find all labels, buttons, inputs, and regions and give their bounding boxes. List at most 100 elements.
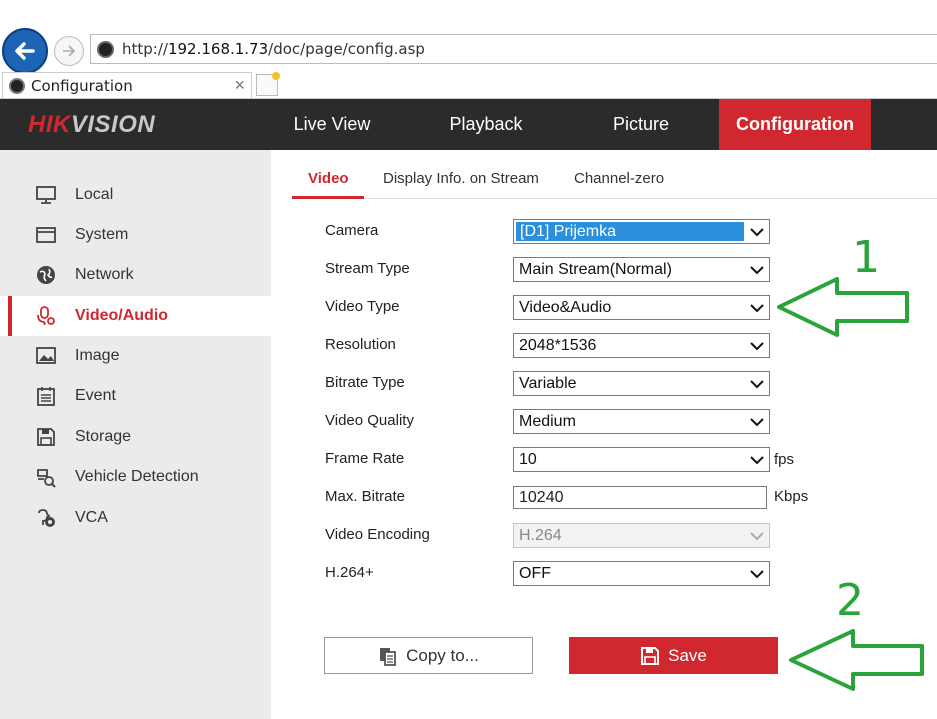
sidebar-item-label: Vehicle Detection: [75, 468, 199, 485]
monitor-icon: [35, 184, 57, 206]
video-quality-value: Medium: [519, 412, 576, 430]
max-bitrate-unit: Kbps: [774, 488, 809, 505]
resolution-value: 2048*1536: [519, 336, 597, 354]
resolution-select[interactable]: 2048*1536: [513, 333, 770, 358]
frame-rate-unit: fps: [774, 451, 795, 468]
globe-icon: [35, 264, 57, 286]
sidebar-item-label: VCA: [75, 509, 108, 526]
copy-icon: [378, 646, 398, 666]
tab-divider: [292, 198, 937, 199]
browser-toolbar: http://192.168.1.73/doc/page/config.asp: [0, 28, 937, 74]
tab-title: Configuration: [31, 76, 133, 95]
new-tab-icon[interactable]: [256, 72, 280, 96]
chevron-down-icon: [750, 570, 764, 579]
app-header: HIKVISION Live View Playback Picture Con…: [0, 99, 937, 150]
url-text: http://192.168.1.73/doc/page/config.asp: [122, 40, 425, 58]
stream-type-label: Stream Type: [325, 260, 410, 277]
video-type-value: Video&Audio: [519, 298, 612, 316]
tab-close-icon[interactable]: ×: [234, 75, 245, 96]
camera-select[interactable]: [D1] Prijemka: [513, 219, 770, 244]
annotation-number-1: 1: [852, 232, 880, 283]
tab-favicon-icon: [9, 77, 25, 94]
copy-to-label: Copy to...: [406, 645, 479, 665]
sidebar-item-local[interactable]: Local: [0, 175, 271, 215]
save-label: Save: [668, 645, 707, 665]
frame-rate-select[interactable]: 10: [513, 447, 770, 472]
chevron-down-icon: [750, 380, 764, 389]
hikvision-logo: HIKVISION: [28, 111, 156, 138]
sidebar-item-image[interactable]: Image: [0, 336, 271, 376]
sidebar-item-video-audio[interactable]: Video/Audio: [0, 296, 271, 336]
vca-icon: [35, 507, 57, 529]
copy-to-button[interactable]: Copy to...: [324, 637, 533, 674]
annotation-arrow-1-icon: [777, 277, 909, 337]
floppy-icon: [640, 646, 660, 666]
arrow-left-icon: [15, 42, 35, 60]
sidebar-item-label: Local: [75, 186, 114, 203]
site-favicon-icon: [97, 40, 114, 58]
annotation-number-2: 2: [836, 575, 864, 626]
sidebar-item-vca[interactable]: VCA: [0, 498, 271, 538]
frame-rate-value: 10: [519, 450, 537, 468]
video-type-select[interactable]: Video&Audio: [513, 295, 770, 320]
microphone-icon: [35, 305, 57, 327]
forward-button[interactable]: [54, 36, 84, 66]
video-encoding-value: H.264: [519, 526, 562, 544]
h264plus-select[interactable]: OFF: [513, 561, 770, 586]
bitrate-type-select[interactable]: Variable: [513, 371, 770, 396]
sidebar-item-system[interactable]: System: [0, 215, 271, 255]
chevron-down-icon: [750, 266, 764, 275]
max-bitrate-label: Max. Bitrate: [325, 488, 406, 505]
h264plus-label: H.264+: [325, 564, 374, 581]
video-type-label: Video Type: [325, 298, 400, 315]
nav-configuration[interactable]: Configuration: [719, 99, 871, 150]
tab-channel-zero[interactable]: Channel-zero: [574, 170, 664, 198]
arrow-right-icon: [63, 45, 76, 57]
tab-display-info[interactable]: Display Info. on Stream: [383, 170, 539, 198]
h264plus-value: OFF: [519, 564, 551, 582]
sidebar-item-label: Image: [75, 347, 120, 364]
camera-label: Camera: [325, 222, 379, 239]
browser-tab[interactable]: Configuration ×: [2, 72, 252, 98]
window-icon: [35, 224, 57, 246]
max-bitrate-input[interactable]: 10240: [513, 486, 767, 509]
address-bar[interactable]: http://192.168.1.73/doc/page/config.asp: [90, 34, 937, 64]
video-encoding-label: Video Encoding: [325, 526, 430, 543]
floppy-icon: [35, 426, 57, 448]
stream-type-value: Main Stream(Normal): [519, 260, 672, 278]
save-button[interactable]: Save: [569, 637, 778, 674]
video-quality-select[interactable]: Medium: [513, 409, 770, 434]
nav-live-view[interactable]: Live View: [276, 99, 388, 150]
sidebar-item-label: Network: [75, 266, 134, 283]
calendar-icon: [35, 385, 57, 407]
nav-picture[interactable]: Picture: [585, 99, 697, 150]
sidebar-item-network[interactable]: Network: [0, 255, 271, 295]
chevron-down-icon: [750, 418, 764, 427]
max-bitrate-value: 10240: [519, 488, 564, 506]
sidebar-item-storage[interactable]: Storage: [0, 417, 271, 457]
sidebar-item-event[interactable]: Event: [0, 376, 271, 416]
stream-type-select[interactable]: Main Stream(Normal): [513, 257, 770, 282]
sidebar-item-label: Event: [75, 387, 116, 404]
video-quality-label: Video Quality: [325, 412, 414, 429]
chevron-down-icon: [750, 228, 764, 237]
sidebar-item-label: Video/Audio: [75, 307, 169, 324]
sidebar-item-vehicle-detection[interactable]: Vehicle Detection: [0, 457, 271, 497]
annotation-arrow-2-icon: [789, 629, 924, 691]
video-encoding-select: H.264: [513, 523, 770, 548]
sidebar-item-label: System: [75, 226, 129, 243]
vehicle-search-icon: [35, 466, 57, 488]
active-tab-indicator: [292, 196, 364, 199]
chevron-down-icon: [750, 532, 764, 541]
nav-playback[interactable]: Playback: [430, 99, 542, 150]
bitrate-type-label: Bitrate Type: [325, 374, 405, 391]
resolution-label: Resolution: [325, 336, 396, 353]
bitrate-type-value: Variable: [519, 374, 577, 392]
back-button[interactable]: [2, 28, 48, 74]
tab-video[interactable]: Video: [308, 170, 349, 198]
camera-select-value: [D1] Prijemka: [516, 222, 744, 241]
chevron-down-icon: [750, 304, 764, 313]
image-icon: [35, 345, 57, 367]
sidebar-item-label: Storage: [75, 428, 132, 445]
browser-tabstrip: Configuration ×: [0, 72, 937, 99]
